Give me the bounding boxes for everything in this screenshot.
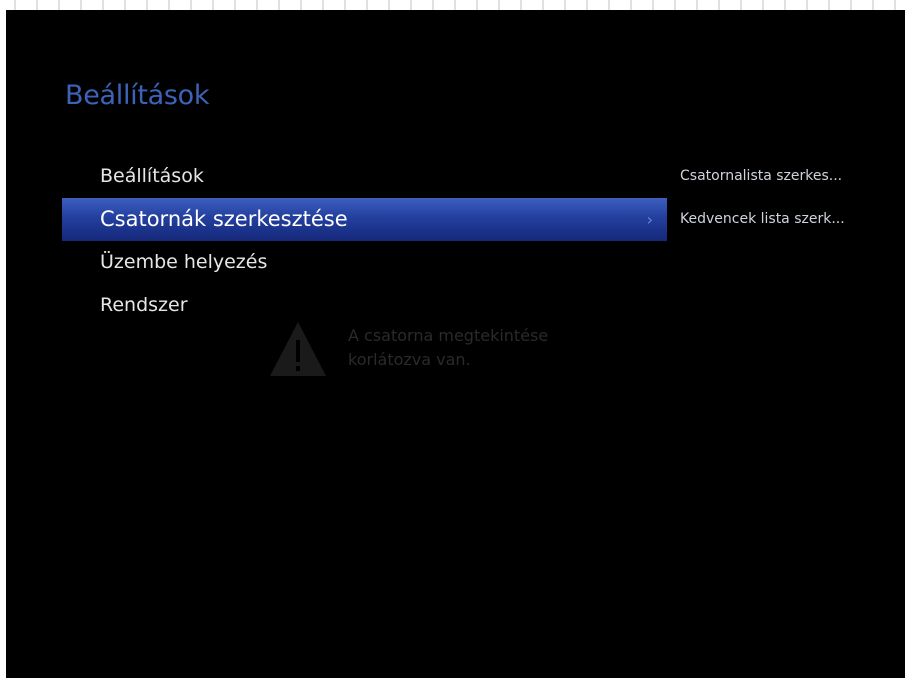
warning-line-2: korlátozva van.: [348, 350, 471, 369]
menu-item-csatornak-szerkesztese[interactable]: Csatornák szerkesztése ›: [62, 198, 667, 241]
menu-item-label: Beállítások: [100, 165, 204, 187]
chevron-right-icon: ›: [646, 210, 653, 229]
warning-line-1: A csatorna megtekintése: [348, 326, 549, 345]
menu-item-label: Rendszer: [100, 294, 188, 316]
tv-screen: Beállítások Beállítások Csatornák szerke…: [6, 10, 905, 678]
submenu-item-kedvencek-lista[interactable]: Kedvencek lista szerk...: [680, 198, 900, 241]
menu-item-uzembe-helyezes[interactable]: Üzembe helyezés: [62, 241, 667, 284]
restricted-channel-message: A csatorna megtekintése korlátozva van.: [268, 320, 608, 390]
page-title: Beállítások: [65, 80, 210, 111]
settings-menu: Beállítások Csatornák szerkesztése › Üze…: [62, 155, 667, 327]
submenu-item-csatornalista[interactable]: Csatornalista szerkes...: [680, 155, 900, 198]
menu-item-beallitasok[interactable]: Beállítások: [62, 155, 667, 198]
menu-item-label: Üzembe helyezés: [100, 251, 268, 273]
submenu: Csatornalista szerkes... Kedvencek lista…: [680, 155, 900, 241]
warning-text: A csatorna megtekintése korlátozva van.: [348, 324, 548, 372]
warning-triangle-icon: [270, 322, 326, 376]
menu-item-label: Csatornák szerkesztése: [100, 207, 348, 231]
